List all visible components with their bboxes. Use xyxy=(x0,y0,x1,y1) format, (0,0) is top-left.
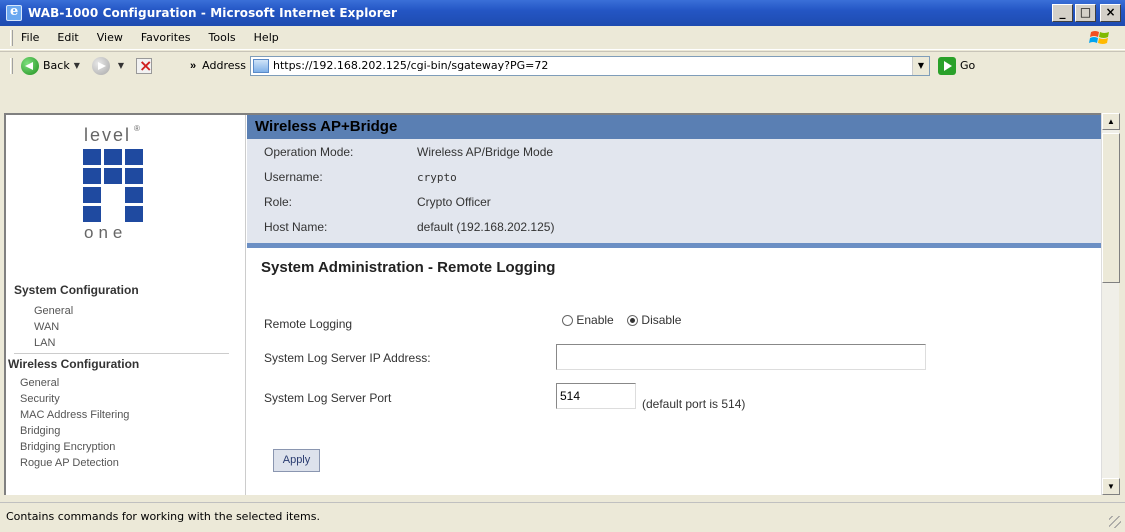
logo-top-text: level xyxy=(84,125,131,145)
window-controls: _ □ × xyxy=(1052,4,1121,22)
host-name-label: Host Name: xyxy=(264,220,328,234)
scroll-thumb[interactable] xyxy=(1102,133,1120,283)
page-content: level ® one System Configuration General… xyxy=(4,113,1101,495)
role-value: Crypto Officer xyxy=(417,195,491,209)
nav-system-configuration[interactable]: System Configuration xyxy=(14,283,139,297)
disable-radio[interactable] xyxy=(627,315,639,327)
address-dropdown-icon[interactable]: ▼ xyxy=(911,56,929,75)
nav-mac-filtering[interactable]: MAC Address Filtering xyxy=(20,409,129,421)
operation-mode-value: Wireless AP/Bridge Mode xyxy=(417,145,554,159)
minimize-button[interactable]: _ xyxy=(1052,4,1073,22)
remote-logging-label: Remote Logging xyxy=(264,317,353,331)
nav-bridging[interactable]: Bridging xyxy=(20,425,60,437)
menu-tools[interactable]: Tools xyxy=(209,31,236,44)
toolbar-overflow-chevron[interactable]: » xyxy=(190,60,196,72)
enable-label[interactable]: Enable xyxy=(576,313,613,327)
nav-system-wan[interactable]: WAN xyxy=(34,321,59,333)
frame-border xyxy=(0,80,1125,113)
back-button[interactable]: Back ▼ xyxy=(21,56,84,75)
forward-button[interactable]: ▼ xyxy=(91,56,128,75)
server-port-input[interactable]: 514 xyxy=(556,383,636,409)
left-navigation: level ® one System Configuration General… xyxy=(6,115,246,495)
status-bar: Contains commands for working with the s… xyxy=(0,502,1125,532)
forward-dropdown-icon[interactable]: ▼ xyxy=(118,61,124,70)
status-text: Contains commands for working with the s… xyxy=(6,510,320,523)
menu-help[interactable]: Help xyxy=(254,31,279,44)
section-divider xyxy=(247,243,1101,248)
host-name-row: Host Name: default (192.168.202.125) xyxy=(264,220,554,234)
host-name-value: default (192.168.202.125) xyxy=(417,220,555,234)
port-hint: (default port is 514) xyxy=(642,397,746,411)
levelone-logo: level ® one xyxy=(83,124,143,241)
resize-grip-icon[interactable] xyxy=(1109,516,1121,528)
toolbar: Back ▼ ▼ » Address https://192.168.202.1… xyxy=(0,51,1125,79)
toolbar-grip[interactable] xyxy=(10,57,13,74)
logo-bottom-text: one xyxy=(84,223,127,241)
username-row: Username: crypto xyxy=(264,170,457,184)
back-label: Back xyxy=(43,59,70,72)
page-icon xyxy=(252,58,269,73)
page-title: Wireless AP+Bridge xyxy=(247,115,1101,139)
toolbar-grip[interactable] xyxy=(10,29,13,46)
section-title: System Administration - Remote Logging xyxy=(261,259,556,276)
address-url[interactable]: https://192.168.202.125/cgi-bin/sgateway… xyxy=(273,59,548,72)
menu-view[interactable]: View xyxy=(97,31,123,44)
menu-bar: File Edit View Favorites Tools Help xyxy=(0,26,1125,50)
operation-mode-row: Operation Mode: Wireless AP/Bridge Mode xyxy=(264,145,553,159)
server-ip-label: System Log Server IP Address: xyxy=(264,351,431,365)
nav-divider xyxy=(14,353,229,354)
nav-wireless-security[interactable]: Security xyxy=(20,393,60,405)
role-label: Role: xyxy=(264,195,293,209)
address-label: Address xyxy=(202,59,246,72)
disable-label[interactable]: Disable xyxy=(641,313,681,327)
stop-button[interactable] xyxy=(136,56,152,75)
maximize-button[interactable]: □ xyxy=(1075,4,1096,22)
nav-bridging-encryption[interactable]: Bridging Encryption xyxy=(20,441,115,453)
main-panel: Wireless AP+Bridge Operation Mode: Wirele… xyxy=(247,115,1101,495)
operation-mode-label: Operation Mode: xyxy=(264,145,354,159)
remote-logging-options: Enable Disable xyxy=(562,313,691,327)
server-ip-input[interactable] xyxy=(556,344,926,370)
ie-icon xyxy=(6,4,22,21)
scroll-down-icon[interactable]: ▼ xyxy=(1102,478,1120,495)
address-bar[interactable]: https://192.168.202.125/cgi-bin/sgateway… xyxy=(249,55,930,76)
enable-radio[interactable] xyxy=(562,315,573,327)
back-arrow-icon xyxy=(21,56,39,75)
menu-favorites[interactable]: Favorites xyxy=(141,31,191,44)
nav-system-general[interactable]: General xyxy=(34,305,73,317)
forward-arrow-icon xyxy=(91,56,110,75)
nav-rogue-ap-detection[interactable]: Rogue AP Detection xyxy=(20,457,119,469)
username-label: Username: xyxy=(264,170,323,184)
vertical-scrollbar[interactable]: ▲ ▼ xyxy=(1101,113,1120,495)
window-title: WAB-1000 Configuration - Microsoft Inter… xyxy=(28,6,398,20)
server-port-label: System Log Server Port xyxy=(264,391,392,405)
menu-edit[interactable]: Edit xyxy=(57,31,78,44)
go-label: Go xyxy=(959,59,976,72)
scroll-up-icon[interactable]: ▲ xyxy=(1102,113,1120,130)
apply-button[interactable]: Apply xyxy=(273,449,320,472)
role-row: Role: Crypto Officer xyxy=(264,195,491,209)
windows-logo-icon xyxy=(1089,31,1109,44)
go-arrow-icon xyxy=(937,56,956,75)
nav-wireless-general[interactable]: General xyxy=(20,377,59,389)
logo-registered-mark: ® xyxy=(134,124,140,133)
nav-system-lan[interactable]: LAN xyxy=(34,337,55,349)
menu-file[interactable]: File xyxy=(21,31,39,44)
go-button[interactable]: Go xyxy=(937,56,976,75)
title-bar: WAB-1000 Configuration - Microsoft Inter… xyxy=(0,0,1125,26)
back-dropdown-icon[interactable]: ▼ xyxy=(74,61,80,70)
stop-icon xyxy=(136,56,152,75)
username-value: crypto xyxy=(417,171,457,184)
nav-wireless-configuration[interactable]: Wireless Configuration xyxy=(8,357,139,371)
close-button[interactable]: × xyxy=(1100,4,1121,22)
device-info: Operation Mode: Wireless AP/Bridge Mode U… xyxy=(247,139,1101,243)
